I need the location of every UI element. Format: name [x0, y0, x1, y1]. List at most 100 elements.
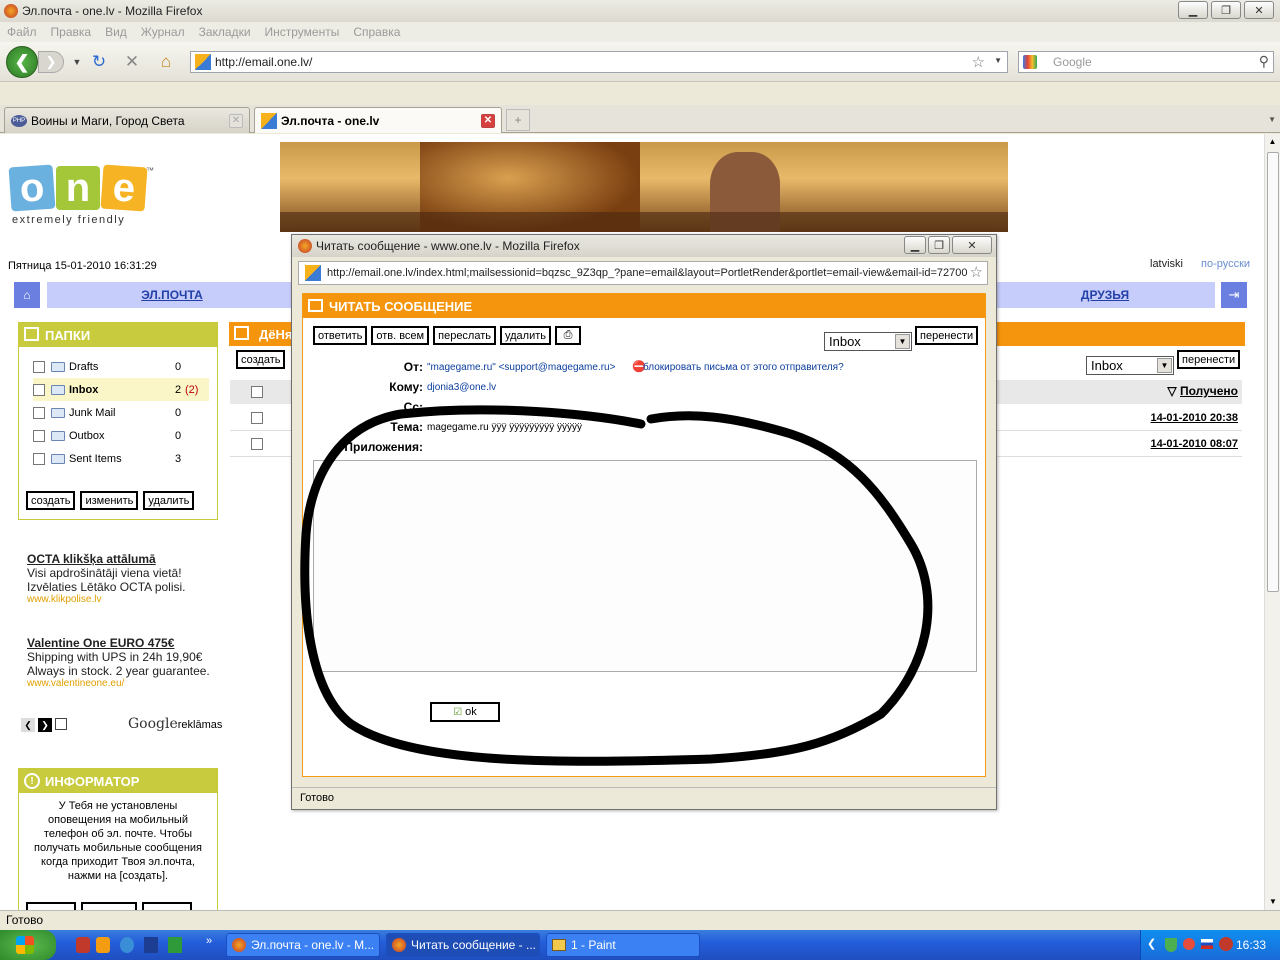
ad-window-icon[interactable]: [55, 718, 67, 730]
ad-title[interactable]: OCTA klikšķa attālumā: [27, 552, 217, 566]
nav-email-link[interactable]: ЭЛ.ПОЧТА: [47, 282, 297, 308]
start-button[interactable]: [0, 930, 56, 960]
folder-checkbox[interactable]: [33, 452, 45, 465]
ad-block-1[interactable]: OCTA klikšķa attālumā Visi apdrošinātāji…: [27, 552, 217, 605]
mail-date[interactable]: 14-01-2010 20:38: [1151, 412, 1238, 424]
ad-block-2[interactable]: Valentine One EURO 475€ Shipping with UP…: [27, 636, 217, 689]
banner-image[interactable]: [280, 142, 1008, 232]
tray-network-icon[interactable]: [1183, 938, 1195, 950]
bookmark-star-icon[interactable]: ☆: [969, 263, 983, 281]
history-dropdown-icon[interactable]: ▼: [66, 51, 88, 73]
tab-email[interactable]: Эл.почта - one.lv ✕: [254, 107, 502, 133]
folder-row-outbox[interactable]: Outbox 0: [33, 424, 217, 447]
informer-button-peek[interactable]: [26, 902, 76, 910]
create-folder-button[interactable]: создать: [26, 491, 76, 510]
folder-checkbox[interactable]: [33, 406, 45, 419]
tab-list-icon[interactable]: ▼: [1268, 115, 1276, 124]
google-ads-label[interactable]: Googlereklāmas: [128, 716, 222, 732]
quicklaunch-more-icon[interactable]: »: [206, 935, 212, 947]
folder-link[interactable]: Inbox: [69, 384, 98, 396]
menu-history[interactable]: Журнал: [141, 25, 185, 39]
tray-antivirus-icon[interactable]: [1219, 937, 1233, 951]
scroll-up-icon[interactable]: ▲: [1265, 134, 1280, 150]
scroll-thumb[interactable]: [1267, 152, 1279, 592]
menu-bookmarks[interactable]: Закладки: [199, 25, 251, 39]
select-all-checkbox[interactable]: [251, 386, 263, 398]
folder-row-drafts[interactable]: Drafts 0: [33, 355, 217, 378]
tab-close-icon[interactable]: ✕: [229, 114, 243, 128]
informer-button-peek[interactable]: [142, 902, 192, 910]
menu-help[interactable]: Справка: [353, 25, 400, 39]
one-logo[interactable]: o n e ™ extremely friendly: [8, 164, 154, 226]
mail-date[interactable]: 14-01-2010 08:07: [1151, 438, 1238, 450]
scroll-down-icon[interactable]: ▼: [1265, 894, 1280, 910]
taskbar-item-paint[interactable]: 1 - Paint: [546, 933, 700, 957]
prev-ad-icon[interactable]: ❮: [21, 718, 35, 732]
google-engine-icon[interactable]: [1023, 55, 1037, 69]
folder-link[interactable]: Junk Mail: [69, 407, 115, 419]
ad-url[interactable]: www.klikpolise.lv: [27, 594, 217, 605]
tray-expand-icon[interactable]: ❮: [1147, 937, 1156, 950]
quicklaunch-tool2-icon[interactable]: [168, 937, 182, 953]
mail-checkbox[interactable]: [251, 438, 263, 450]
ad-url[interactable]: www.valentineone.eu/: [27, 678, 217, 689]
next-ad-icon[interactable]: ❯: [38, 718, 52, 732]
stop-icon[interactable]: ✕: [121, 51, 143, 73]
new-tab-button[interactable]: +: [506, 109, 530, 131]
quicklaunch-app-icon[interactable]: [76, 937, 90, 953]
folder-checkbox[interactable]: [33, 429, 45, 442]
popup-folder-select[interactable]: Inbox ▼: [824, 332, 912, 351]
lang-russian-link[interactable]: по-русски: [1201, 258, 1250, 270]
folder-row-junk[interactable]: Junk Mail 0: [33, 401, 217, 424]
folder-link[interactable]: Drafts: [69, 361, 98, 373]
quicklaunch-ie-icon[interactable]: [120, 937, 134, 953]
bookmark-star-icon[interactable]: ☆: [972, 53, 985, 71]
home-icon[interactable]: ⌂: [155, 51, 177, 73]
clock[interactable]: 16:33: [1236, 938, 1266, 952]
popup-move-button[interactable]: перенести: [915, 326, 979, 345]
taskbar-item-read-message[interactable]: Читать сообщение - ...: [386, 933, 540, 957]
page-scrollbar[interactable]: ▲ ▼: [1264, 134, 1280, 910]
tray-shield-icon[interactable]: [1165, 938, 1177, 952]
to-value[interactable]: djonia3@one.lv: [427, 382, 496, 393]
mail-move-button[interactable]: перенести: [1177, 350, 1241, 369]
back-button[interactable]: ❮: [6, 46, 38, 78]
block-sender-link[interactable]: блокировать письма от этого отправителя?: [643, 362, 844, 373]
menu-view[interactable]: Вид: [105, 25, 127, 39]
popup-url-bar[interactable]: http://email.one.lv/index.html;mailsessi…: [298, 261, 988, 285]
reload-icon[interactable]: ↻: [88, 51, 110, 73]
tab-warriors[interactable]: PHP Воины и Маги, Город Света ✕: [4, 107, 250, 133]
from-value[interactable]: "magegame.ru" <support@magegame.ru>: [427, 362, 615, 373]
reply-button[interactable]: ответить: [313, 326, 368, 345]
folder-row-inbox[interactable]: Inbox 2 (2): [33, 378, 209, 401]
tray-language-icon[interactable]: [1201, 939, 1213, 949]
informer-button-peek[interactable]: [81, 902, 137, 910]
reply-all-button[interactable]: отв. всем: [371, 326, 430, 345]
folder-link[interactable]: Outbox: [69, 430, 104, 442]
minimize-button[interactable]: ▁: [1178, 1, 1208, 19]
menu-edit[interactable]: Правка: [51, 25, 92, 39]
folder-checkbox[interactable]: [33, 383, 45, 396]
nav-friends-link[interactable]: ДРУЗЬЯ: [995, 282, 1215, 308]
home-nav-icon[interactable]: ⌂: [14, 282, 40, 308]
popup-maximize-button[interactable]: ❐: [928, 236, 950, 254]
edit-folder-button[interactable]: изменить: [80, 491, 139, 510]
folder-link[interactable]: Sent Items: [69, 453, 122, 465]
mail-create-button[interactable]: создать: [236, 350, 286, 369]
folder-row-sent[interactable]: Sent Items 3: [33, 447, 217, 470]
search-input[interactable]: Google ⚲: [1018, 51, 1274, 73]
mail-checkbox[interactable]: [251, 412, 263, 424]
menu-file[interactable]: Файл: [7, 25, 37, 39]
close-button[interactable]: ✕: [1244, 1, 1274, 19]
sort-received-header[interactable]: ▽ Получено: [1167, 384, 1238, 398]
forward-button[interactable]: переслать: [433, 326, 496, 345]
lang-latvian-link[interactable]: latviski: [1150, 258, 1183, 270]
folder-checkbox[interactable]: [33, 360, 45, 373]
delete-button[interactable]: удалить: [500, 326, 552, 345]
url-bar[interactable]: http://email.one.lv/ ☆ ▼: [190, 51, 1008, 73]
popup-close-button[interactable]: ✕: [952, 236, 992, 254]
forward-button[interactable]: ❯: [38, 51, 64, 73]
popup-minimize-button[interactable]: ▁: [904, 236, 926, 254]
menu-tools[interactable]: Инструменты: [265, 25, 340, 39]
ad-title[interactable]: Valentine One EURO 475€: [27, 636, 217, 650]
